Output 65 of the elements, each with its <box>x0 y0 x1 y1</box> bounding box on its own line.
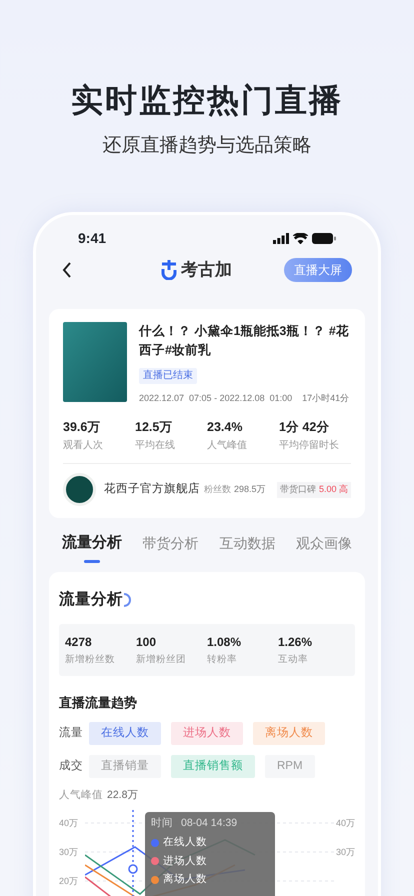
back-icon[interactable] <box>62 262 72 278</box>
tab[interactable]: 观众画像 <box>296 530 352 554</box>
live-title: 什么！？ 小黛伞1瓶能抵3瓶！？ #花西子#妆前乳 <box>139 323 350 359</box>
battery-icon <box>312 232 336 244</box>
filter-chip[interactable]: RPM <box>265 755 315 778</box>
data-point-marker <box>128 864 138 874</box>
tooltip-series: 离场人数 <box>163 872 207 888</box>
rating-value: 5.00 高 <box>318 483 348 496</box>
rating-label: 带货口碑 <box>280 483 316 496</box>
axis-label: 30万 <box>59 846 78 859</box>
metric-value: 4278 <box>65 634 93 650</box>
tab[interactable]: 流量分析 <box>62 530 122 563</box>
metric-value: 100 <box>136 634 158 650</box>
metric-label: 互动率 <box>278 652 309 666</box>
filter-label: 流量 <box>59 725 84 742</box>
fans-count: 298.5万 <box>234 483 266 496</box>
peak-label: 人气峰值 <box>59 788 103 804</box>
filter-chip[interactable]: 直播销售额 <box>171 755 255 778</box>
stat-value: 39.6万 <box>63 418 102 436</box>
tooltip-series: 在线人数 <box>163 834 207 850</box>
big-screen-button[interactable]: 直播大屏 <box>284 258 352 282</box>
status-time: 9:41 <box>78 228 106 248</box>
metric-label: 新增粉丝数 <box>65 652 116 666</box>
filter-chip[interactable]: 离场人数 <box>253 722 325 746</box>
metric-label: 新增粉丝团 <box>136 652 187 666</box>
signal-icon <box>273 232 289 244</box>
status-badge: 直播已结束 <box>139 368 197 384</box>
time-range: 2022.12.07 07:05 - 2022.12.08 01:00 <box>139 392 292 405</box>
metric-value: 1.08% <box>207 634 242 650</box>
stat-label: 平均在线 <box>135 438 176 454</box>
stat-value: 23.4% <box>207 418 244 436</box>
section-title: 流量分析 <box>59 590 123 610</box>
tooltip-time-label: 时间 <box>151 816 173 831</box>
subheadline: 还原直播趋势与选品策略 <box>102 134 312 158</box>
tooltip-series: 进场人数 <box>163 854 207 868</box>
axis-label: 40万 <box>336 817 355 830</box>
stat-label: 人气峰值 <box>207 439 248 454</box>
loading-icon <box>123 592 131 607</box>
duration: 17小时41分 <box>302 392 350 405</box>
axis-label: 30万 <box>336 846 355 859</box>
tooltip-time: 08-04 14:39 <box>181 816 238 831</box>
shop-avatar <box>63 473 96 506</box>
filter-chip[interactable]: 在线人数 <box>89 722 161 746</box>
logo-text: 考古加 <box>181 259 232 282</box>
fans-label: 粉丝数 <box>204 483 231 496</box>
headline: 实时监控热门直播 <box>71 81 343 120</box>
shop-name: 花西子官方旗舰店 <box>104 481 200 498</box>
axis-label: 40万 <box>59 817 78 830</box>
tab[interactable]: 互动数据 <box>219 530 276 554</box>
tab-underline <box>84 560 100 563</box>
peak-value: 22.8万 <box>107 788 138 804</box>
filter-chip[interactable]: 进场人数 <box>171 722 243 746</box>
trend-title: 直播流量趋势 <box>59 694 138 712</box>
filter-chip[interactable]: 直播销量 <box>89 755 161 778</box>
stat-value: 1分 42分 <box>279 418 330 436</box>
axis-label: 20万 <box>59 875 78 888</box>
metric-value: 1.26% <box>278 634 314 650</box>
stat-value: 12.5万 <box>135 418 174 436</box>
metric-label: 转粉率 <box>207 652 238 666</box>
logo-icon <box>160 260 178 280</box>
stat-label: 平均停留时长 <box>279 438 340 454</box>
tab[interactable]: 带货分析 <box>142 530 199 554</box>
wifi-icon <box>293 232 308 244</box>
filter-label: 成交 <box>59 758 84 774</box>
stat-label: 观看人次 <box>63 438 104 454</box>
